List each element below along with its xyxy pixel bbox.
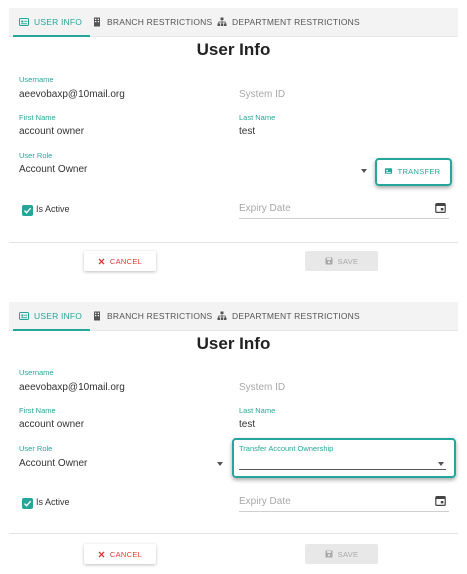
is-active-checkbox[interactable] bbox=[22, 498, 33, 509]
is-active-checkbox[interactable] bbox=[22, 205, 33, 216]
last-name-field[interactable]: test bbox=[239, 419, 255, 430]
save-button-label: SAVE bbox=[337, 549, 359, 559]
transfer-ownership-label: Transfer Account Ownership bbox=[239, 444, 334, 453]
tab-branch-restrictions-label: BRANCH RESTRICTIONS bbox=[107, 311, 213, 321]
first-name-label: First Name bbox=[19, 113, 56, 122]
building-icon bbox=[94, 311, 100, 321]
caret-down-icon[interactable] bbox=[217, 462, 223, 466]
save-button[interactable]: SAVE bbox=[305, 251, 378, 271]
tab-user-info[interactable]: USER INFO bbox=[12, 8, 91, 37]
cancel-button-label: CANCEL bbox=[109, 256, 143, 266]
user-info-panel-before: USER INFO BRANCH RESTRICTIONS DEPARTMENT… bbox=[9, 8, 458, 290]
check-icon bbox=[24, 207, 32, 214]
system-id-field[interactable]: System ID bbox=[239, 382, 285, 393]
expiry-underline bbox=[239, 218, 449, 219]
transfer-button[interactable]: TRANSFER bbox=[382, 162, 442, 180]
form-divider bbox=[9, 242, 458, 243]
tab-bar: USER INFO BRANCH RESTRICTIONS DEPARTMENT… bbox=[9, 302, 458, 331]
page-title: User Info bbox=[196, 40, 271, 59]
id-card-icon bbox=[19, 312, 29, 320]
system-id-field[interactable]: System ID bbox=[239, 89, 285, 100]
is-active-label: Is Active bbox=[36, 204, 70, 214]
sitemap-icon bbox=[217, 311, 227, 320]
id-card-icon bbox=[19, 18, 29, 26]
caret-down-icon[interactable] bbox=[361, 169, 367, 173]
tab-user-info-label: USER INFO bbox=[34, 311, 83, 321]
tab-branch-restrictions[interactable]: BRANCH RESTRICTIONS bbox=[92, 8, 212, 36]
expiry-underline bbox=[239, 511, 449, 512]
tab-user-info[interactable]: USER INFO bbox=[12, 302, 91, 331]
save-button-label: SAVE bbox=[337, 256, 359, 266]
username-label: Username bbox=[19, 368, 54, 377]
tab-department-restrictions-label: DEPARTMENT RESTRICTIONS bbox=[232, 17, 360, 27]
calendar-icon[interactable] bbox=[435, 495, 446, 506]
user-role-select[interactable]: Account Owner bbox=[19, 164, 87, 175]
close-icon bbox=[98, 258, 105, 264]
last-name-label: Last Name bbox=[239, 113, 276, 122]
first-name-field[interactable]: account owner bbox=[19, 419, 84, 430]
cancel-button[interactable]: CANCEL bbox=[84, 251, 156, 271]
tab-department-restrictions[interactable]: DEPARTMENT RESTRICTIONS bbox=[217, 8, 360, 36]
user-role-label: User Role bbox=[19, 444, 53, 453]
cancel-button-label: CANCEL bbox=[109, 549, 143, 559]
expiry-date-field[interactable]: Expiry Date bbox=[239, 496, 291, 507]
transfer-button-label: TRANSFER bbox=[397, 166, 441, 176]
caret-down-icon[interactable] bbox=[438, 462, 444, 466]
expiry-date-field[interactable]: Expiry Date bbox=[239, 203, 291, 214]
last-name-field[interactable]: test bbox=[239, 126, 255, 137]
save-button[interactable]: SAVE bbox=[305, 544, 378, 564]
sitemap-icon bbox=[217, 17, 227, 26]
tab-department-restrictions[interactable]: DEPARTMENT RESTRICTIONS bbox=[217, 302, 360, 330]
form-divider bbox=[9, 533, 458, 534]
calendar-icon[interactable] bbox=[435, 202, 446, 213]
tab-branch-restrictions-label: BRANCH RESTRICTIONS bbox=[107, 17, 213, 27]
floppy-icon bbox=[325, 550, 333, 558]
first-name-label: First Name bbox=[19, 406, 56, 415]
username-value: aeevobaxp@10mail.org bbox=[19, 89, 125, 100]
page-title: User Info bbox=[196, 334, 271, 353]
building-icon bbox=[94, 17, 100, 27]
username-label: Username bbox=[19, 75, 54, 84]
tab-bar: USER INFO BRANCH RESTRICTIONS DEPARTMENT… bbox=[9, 8, 458, 37]
check-icon bbox=[24, 500, 32, 507]
cancel-button[interactable]: CANCEL bbox=[84, 544, 156, 564]
last-name-label: Last Name bbox=[239, 406, 276, 415]
tab-branch-restrictions[interactable]: BRANCH RESTRICTIONS bbox=[92, 302, 212, 330]
user-info-panel-after: USER INFO BRANCH RESTRICTIONS DEPARTMENT… bbox=[9, 302, 458, 572]
username-value: aeevobaxp@10mail.org bbox=[19, 382, 125, 393]
id-card-icon bbox=[384, 168, 392, 174]
user-role-select[interactable]: Account Owner bbox=[19, 458, 87, 469]
first-name-field[interactable]: account owner bbox=[19, 126, 84, 137]
is-active-label: Is Active bbox=[36, 497, 70, 507]
transfer-ownership-underline bbox=[239, 469, 446, 470]
tab-department-restrictions-label: DEPARTMENT RESTRICTIONS bbox=[232, 311, 360, 321]
user-role-label: User Role bbox=[19, 151, 53, 160]
tab-user-info-label: USER INFO bbox=[34, 17, 83, 27]
floppy-icon bbox=[325, 257, 333, 265]
close-icon bbox=[98, 551, 105, 557]
